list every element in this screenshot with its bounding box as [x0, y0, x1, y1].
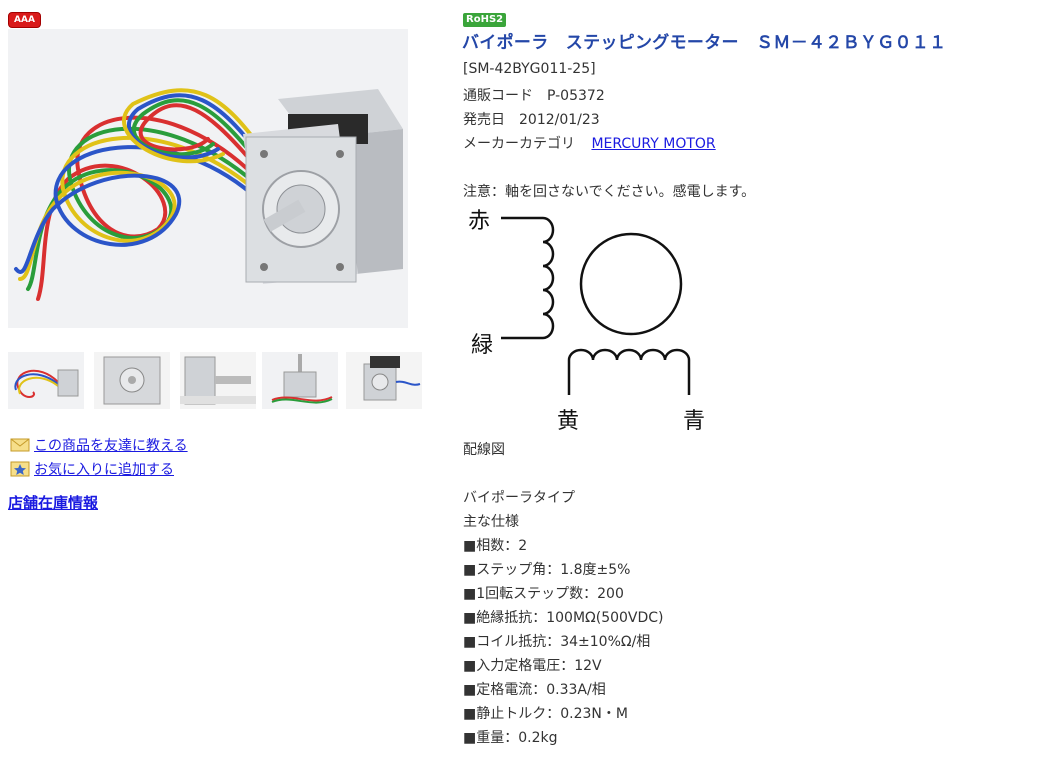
diagram-caption: 配線図 [463, 442, 505, 458]
spec-item: ■静止トルク：0.23N・M [463, 706, 628, 722]
coil-b [567, 348, 691, 395]
release-date: 発売日 2012/01/23 [463, 112, 600, 128]
spec-item: ■定格電流：0.33A/相 [463, 682, 606, 698]
maker-category: メーカーカテゴリ MERCURY MOTOR [463, 133, 716, 153]
product-title: バイポーラ ステッピングモーター ＳＭ－４２ＢＹＧ０１１ [462, 33, 947, 53]
label-red: 赤 [468, 209, 490, 234]
spec-item: ■入力定格電圧：12V [463, 658, 602, 674]
caution-text: 注意：軸を回さないでください。感電します。 [463, 184, 756, 200]
spec-heading: 主な仕様 [463, 514, 519, 530]
thumbnail-3[interactable] [180, 352, 256, 409]
label-green: 緑 [471, 333, 493, 358]
tell-friend-link[interactable]: この商品を友達に教える [34, 435, 188, 455]
label-blue: 青 [683, 409, 705, 434]
rohs-badge: RoHS2 [463, 13, 507, 27]
envelope-icon [10, 438, 30, 452]
stepper-motor-image [8, 29, 408, 328]
spec-item: ■コイル抵抗：34±10%Ω/相 [463, 634, 651, 650]
product-actions: この商品を友達に教える お気に入りに追加する [10, 433, 188, 481]
spec-item: ■1回転ステップ数：200 [463, 586, 624, 602]
aaa-badge: AAA [8, 12, 41, 28]
spec-item: ■重量：0.2kg [463, 730, 558, 746]
spec-item: ■ステップ角：1.8度±5% [463, 562, 631, 578]
add-favorite-link[interactable]: お気に入りに追加する [34, 459, 174, 479]
thumbnail-5[interactable] [346, 352, 422, 409]
wiring-diagram: 赤 緑 黄 青 [463, 200, 723, 440]
store-stock-link[interactable]: 店舗在庫情報 [8, 492, 98, 513]
thumbnail-4[interactable] [262, 352, 338, 409]
coil-a [501, 216, 555, 340]
maker-category-label: メーカーカテゴリ [463, 136, 575, 152]
rotor-circle [579, 232, 683, 336]
tell-friend-row: この商品を友達に教える [10, 433, 188, 457]
thumbnail-1[interactable] [8, 352, 84, 409]
maker-link[interactable]: MERCURY MOTOR [591, 136, 715, 152]
mail-order-code: 通販コード P-05372 [463, 88, 605, 104]
spec-type: バイポーラタイプ [463, 490, 575, 506]
add-favorite-row: お気に入りに追加する [10, 457, 188, 481]
product-sku: [SM-42BYG011-25] [463, 61, 596, 77]
thumbnail-2[interactable] [94, 352, 170, 409]
star-favorite-icon [10, 461, 30, 477]
product-main-photo[interactable] [8, 29, 408, 328]
spec-item: ■絶縁抵抗：100MΩ(500VDC) [463, 610, 664, 626]
spec-item: ■相数：2 [463, 538, 528, 554]
label-yellow: 黄 [557, 409, 579, 434]
